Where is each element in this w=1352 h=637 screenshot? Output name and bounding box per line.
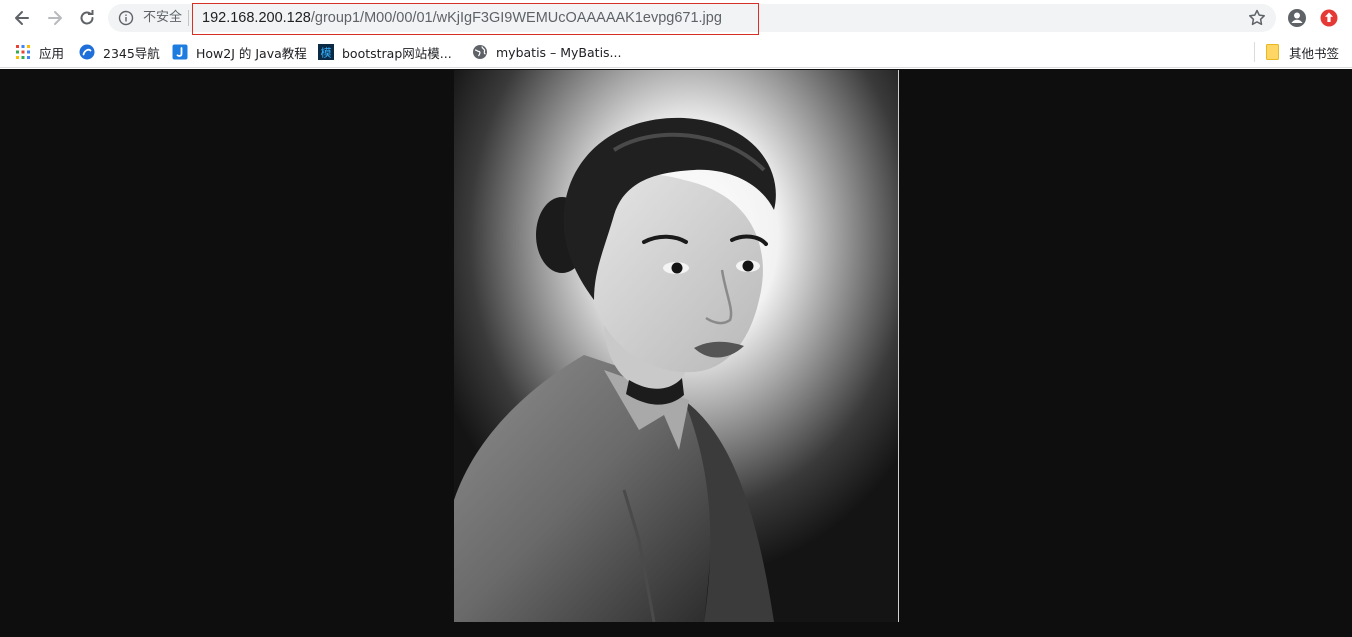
extension-button[interactable] — [1318, 7, 1340, 29]
bookmark-label: How2J 的 Java教程 — [196, 45, 307, 61]
info-icon[interactable] — [118, 10, 134, 26]
svg-text:模: 模 — [321, 47, 332, 60]
arrow-right-icon — [48, 11, 62, 25]
bookmark-2345[interactable]: 2345导航 — [79, 42, 160, 62]
reload-button[interactable] — [75, 6, 99, 30]
image-viewer — [0, 69, 1352, 637]
browser-toolbar: 不安全 192.168.200.128/group1/M00/00/01/wKj… — [0, 0, 1352, 36]
upload-extension-icon — [1320, 9, 1338, 27]
bookmark-label: bootstrap网站模... — [342, 45, 452, 61]
folder-icon — [1265, 44, 1281, 60]
bookmarks-bar: 应用 2345导航 How2J 的 Java教程 模 bootstrap网站模.… — [0, 36, 1352, 68]
account-button[interactable] — [1286, 7, 1308, 29]
bookmark-mybatis[interactable]: mybatis – MyBatis... — [472, 42, 621, 62]
address-separator — [188, 10, 189, 26]
bookmark-label: mybatis – MyBatis... — [496, 44, 622, 60]
globe-icon — [472, 44, 488, 60]
reload-icon — [80, 10, 94, 25]
url-path: /group1/M00/00/01/wKjIgF3GI9WEMUcOAAAAAK… — [310, 10, 722, 26]
portrait-illustration — [454, 70, 898, 622]
bookmark-how2j[interactable]: How2J 的 Java教程 — [172, 42, 307, 62]
bookmark-label: 应用 — [39, 45, 65, 61]
bootstrap-icon: 模 — [318, 44, 334, 60]
star-icon — [1249, 9, 1265, 26]
arrow-left-icon — [15, 11, 29, 25]
how2j-icon — [172, 44, 188, 60]
bookmark-apps[interactable]: 应用 — [15, 42, 64, 62]
portrait-photo[interactable] — [454, 70, 899, 622]
2345-icon — [79, 44, 95, 60]
forward-button[interactable] — [43, 6, 67, 30]
bookmark-label: 2345导航 — [103, 45, 160, 61]
bookmark-other-folder[interactable]: 其他书签 — [1265, 42, 1339, 62]
bookmarks-divider — [1254, 42, 1255, 62]
bookmark-label: 其他书签 — [1289, 45, 1340, 61]
back-button[interactable] — [10, 6, 34, 30]
url-host: 192.168.200.128 — [202, 10, 311, 26]
bookmark-bootstrap[interactable]: 模 bootstrap网站模... — [318, 42, 452, 62]
account-icon — [1288, 9, 1306, 27]
apps-grid-icon — [15, 44, 31, 60]
url-text[interactable]: 192.168.200.128/group1/M00/00/01/wKjIgF3… — [202, 9, 722, 27]
security-status-label[interactable]: 不安全 — [143, 10, 182, 26]
bookmark-star-button[interactable] — [1246, 7, 1268, 29]
